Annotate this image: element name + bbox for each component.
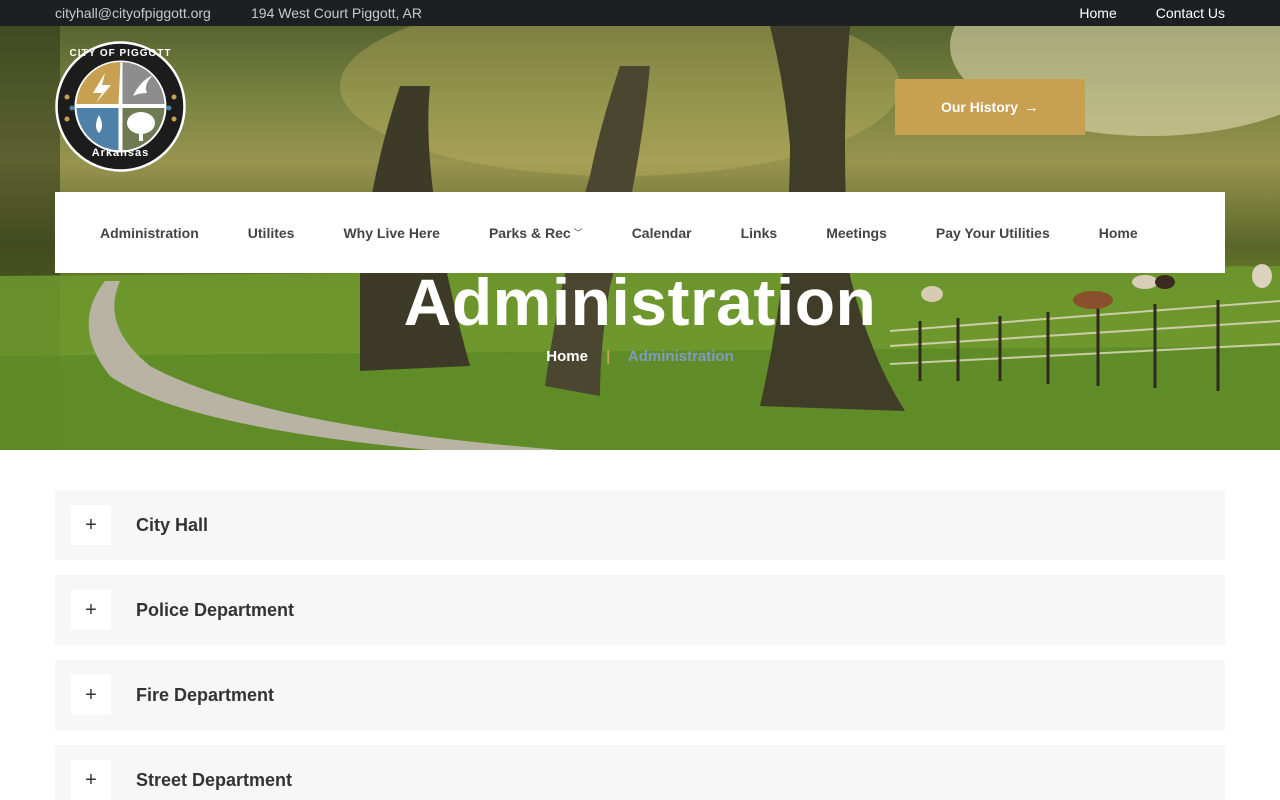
accordion-item-fire-department[interactable]: + Fire Department [55, 660, 1225, 730]
contact-address: 194 West Court Piggott, AR [251, 5, 422, 21]
accordion-title: Street Department [136, 769, 293, 790]
breadcrumb-home[interactable]: Home [546, 348, 588, 365]
plus-icon[interactable]: + [71, 675, 111, 715]
top-link-contact[interactable]: Contact Us [1156, 5, 1225, 21]
tree-icon [127, 112, 155, 134]
nav-item-administration[interactable]: Administration [100, 225, 199, 241]
nav-item-utilites[interactable]: Utilites [248, 225, 295, 241]
plus-icon[interactable]: + [71, 505, 111, 545]
hero-banner: CITY OF PIGGOTT Arkansas Our History → A… [0, 26, 1280, 450]
accordion-title: Fire Department [136, 684, 275, 705]
accordion-title: Police Department [136, 599, 295, 620]
breadcrumb-separator: | [606, 348, 611, 365]
nav-item-calendar[interactable]: Calendar [632, 225, 692, 241]
main-nav: Administration Utilites Why Live Here Pa… [55, 192, 1225, 273]
logo-bottom-text: Arkansas [91, 147, 150, 159]
department-accordion: + City Hall + Police Department + Fire D… [55, 490, 1225, 800]
accordion-item-street-department[interactable]: + Street Department [55, 745, 1225, 800]
breadcrumb-current: Administration [627, 348, 734, 365]
breadcrumb: Home | Administration [0, 348, 1280, 365]
arrow-right-icon: → [1024, 98, 1039, 116]
nav-item-parks-rec[interactable]: Parks & Rec ﹀ [489, 225, 583, 241]
nav-item-pay-your-utilities[interactable]: Pay Your Utilities [936, 225, 1050, 241]
nav-item-home[interactable]: Home [1099, 225, 1138, 241]
plus-icon[interactable]: + [71, 760, 111, 800]
nav-item-meetings[interactable]: Meetings [826, 225, 887, 241]
nav-item-links[interactable]: Links [741, 225, 778, 241]
logo-top-text: CITY OF PIGGOTT [69, 48, 172, 59]
accordion-item-city-hall[interactable]: + City Hall [55, 490, 1225, 560]
top-bar: cityhall@cityofpiggott.org 194 West Cour… [0, 0, 1280, 26]
our-history-button[interactable]: Our History → [895, 79, 1085, 135]
plus-icon[interactable]: + [71, 590, 111, 630]
page-title: Administration [403, 265, 877, 339]
accordion-title: City Hall [136, 514, 209, 535]
our-history-label: Our History [940, 99, 1018, 115]
nav-item-why-live-here[interactable]: Why Live Here [343, 225, 439, 241]
chevron-down-icon: ﹀ [573, 228, 583, 238]
accordion-item-police-department[interactable]: + Police Department [55, 575, 1225, 645]
top-link-home[interactable]: Home [1079, 5, 1116, 21]
top-links: Home Contact Us [1079, 5, 1225, 21]
contact-email[interactable]: cityhall@cityofpiggott.org [55, 5, 211, 21]
